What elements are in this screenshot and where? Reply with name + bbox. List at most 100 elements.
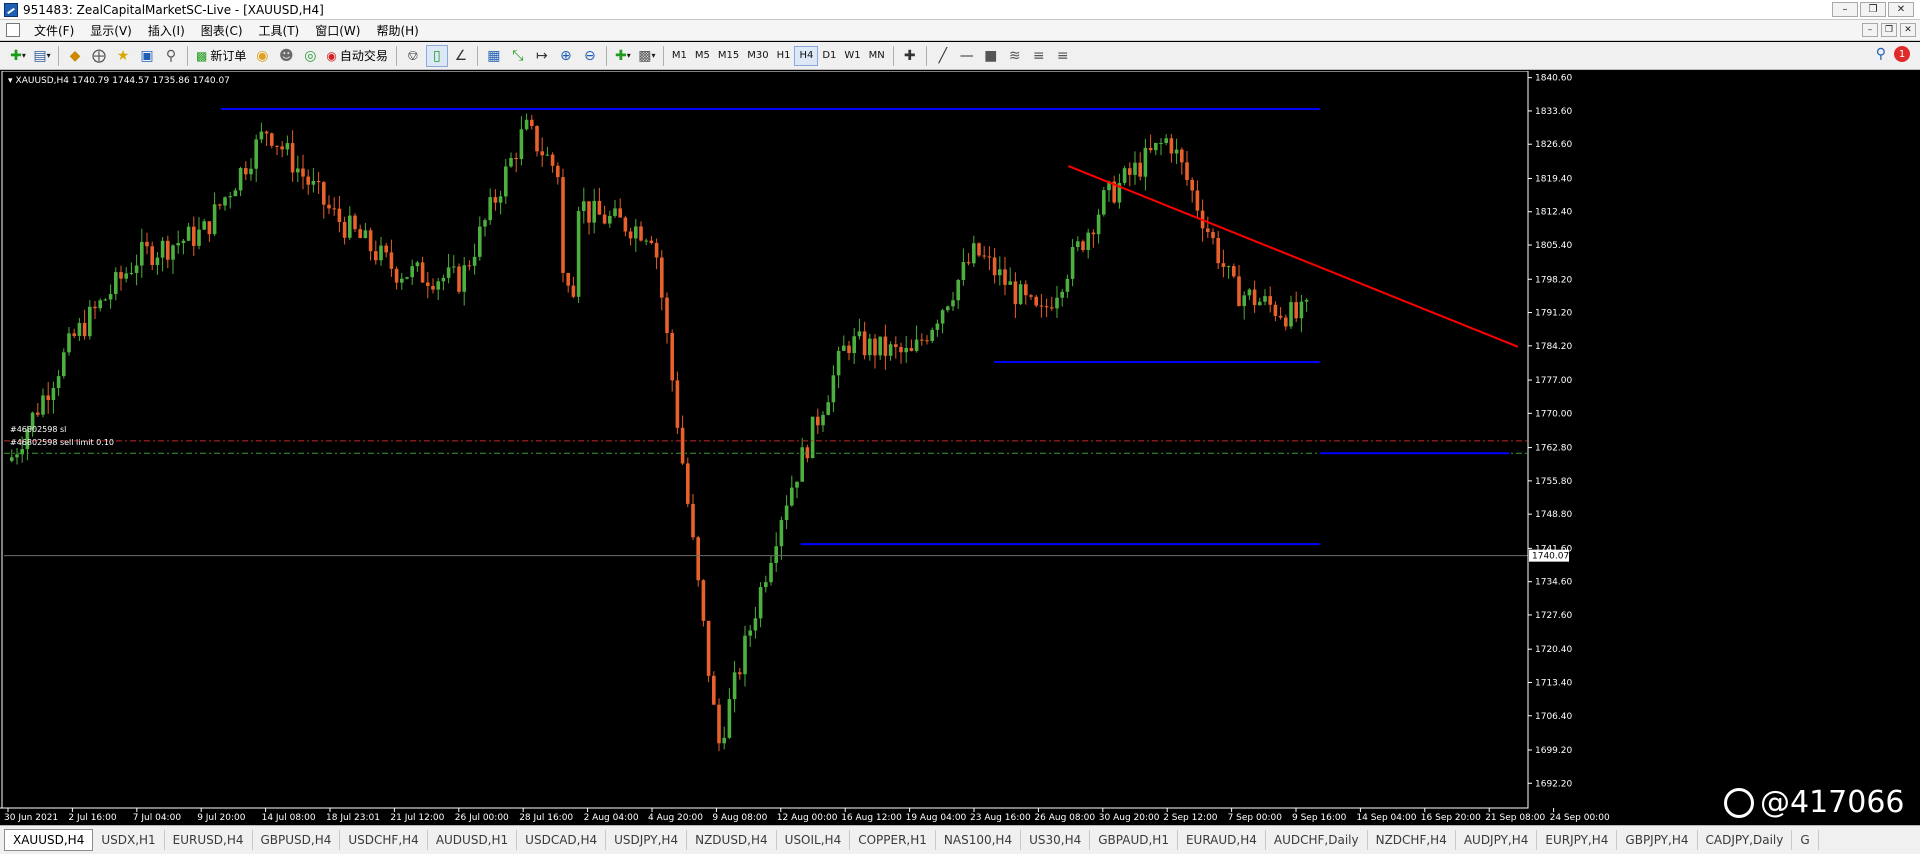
y-tick-label: 1840.60 — [1535, 74, 1572, 84]
symbol-tab[interactable]: USDCAD,H4 — [517, 830, 607, 850]
trendline-tool-button[interactable]: ╱ — [932, 45, 954, 67]
indicators-button[interactable]: ✚ ▾ — [612, 45, 634, 67]
candle-body — [847, 345, 851, 354]
symbol-tab[interactable]: AUDJPY,H4 — [1456, 830, 1538, 850]
terminal-button[interactable]: ▣ — [136, 45, 158, 67]
timeframe-h1[interactable]: H1 — [773, 46, 795, 66]
candle-body — [514, 157, 518, 160]
chart-window-icon[interactable] — [6, 23, 20, 37]
candle-body — [1044, 306, 1049, 308]
new-order-button[interactable]: ▩ 新订单 — [192, 45, 250, 67]
community-button[interactable]: ☻ — [275, 45, 297, 67]
symbol-tab[interactable]: XAUUSD,H4 — [4, 829, 94, 851]
profiles-button[interactable]: ▤ ▾ — [31, 45, 53, 67]
candle-body — [202, 221, 206, 230]
symbol-tab[interactable]: NZDUSD,H4 — [687, 830, 777, 850]
bar-chart-button[interactable]: ⎊ — [402, 45, 424, 67]
chart-minimize-icon[interactable]: – — [1862, 23, 1878, 37]
symbol-tab[interactable]: USDX,H1 — [93, 830, 165, 850]
menu-insert[interactable]: 插入(I) — [140, 22, 193, 39]
menu-file[interactable]: 文件(F) — [26, 22, 82, 39]
symbol-tab[interactable]: US30,H4 — [1021, 830, 1091, 850]
menu-help[interactable]: 帮助(H) — [368, 22, 426, 39]
menu-window[interactable]: 窗口(W) — [307, 22, 368, 39]
label-tool-button[interactable]: ≡ — [1052, 45, 1074, 67]
candle-body — [275, 145, 279, 147]
auto-scroll-button[interactable]: ⤡ — [507, 45, 529, 67]
candle-body — [1076, 241, 1080, 248]
market-watch-button[interactable]: ◆ — [64, 45, 86, 67]
data-window-button[interactable]: ⨁ — [88, 45, 110, 67]
symbol-collapse-icon[interactable]: ▾ — [8, 76, 13, 86]
x-tick-label: 18 Jul 23:01 — [326, 813, 380, 823]
candle-body — [956, 279, 960, 301]
price-chart[interactable]: 1840.60 1833.60 1826.60 1819.40 1812.40 1805.… — [0, 71, 1920, 823]
signals-button[interactable]: ◎ — [299, 45, 321, 67]
navigator-button[interactable]: ★ — [112, 45, 134, 67]
metaeditor-button[interactable]: ◉ — [251, 45, 273, 67]
menu-view[interactable]: 显示(V) — [82, 22, 140, 39]
close-icon[interactable]: ✕ — [1888, 2, 1914, 17]
horizontal-line-tool-button[interactable]: — — [956, 45, 978, 67]
timeframe-d1[interactable]: D1 — [818, 46, 840, 66]
window-controls: – ❐ ✕ — [1832, 2, 1914, 17]
notification-badge[interactable]: 1 — [1894, 46, 1910, 62]
symbol-tab[interactable]: GBPAUD,H1 — [1090, 830, 1178, 850]
timeframe-h4[interactable]: H4 — [794, 45, 819, 66]
timeframe-m1[interactable]: M1 — [668, 46, 691, 66]
order-sl-label[interactable]: #46802598 sl — [10, 425, 66, 434]
strategy-tester-button[interactable]: ⚲ — [160, 45, 182, 67]
chart-shift-button[interactable]: ↦ — [531, 45, 553, 67]
candle-body — [160, 240, 165, 258]
candle-body — [103, 299, 108, 301]
symbol-tab[interactable]: USDCHF,H4 — [340, 830, 428, 850]
zoom-in-button[interactable]: ⊕ — [555, 45, 577, 67]
symbol-tab[interactable]: CADJPY,Daily — [1698, 830, 1793, 850]
crosshair-button[interactable]: ✚ — [899, 45, 921, 67]
symbol-tab[interactable]: COPPER,H1 — [850, 830, 936, 850]
candle-body — [1008, 281, 1012, 285]
menu-charts[interactable]: 图表(C) — [193, 22, 251, 39]
symbol-tab[interactable]: EURJPY,H4 — [1537, 830, 1618, 850]
minimize-icon[interactable]: – — [1832, 2, 1858, 17]
candle-body — [691, 503, 695, 538]
candlestick-button[interactable]: ▯ — [425, 44, 448, 67]
symbol-tab[interactable]: G — [1792, 830, 1819, 850]
symbol-tab[interactable]: GBPUSD,H4 — [253, 830, 341, 850]
zoom-out-button[interactable]: ⊖ — [579, 45, 601, 67]
order-sell-limit-label[interactable]: #46802598 sell limit 0.10 — [10, 438, 114, 447]
fibonacci-tool-button[interactable]: ≋ — [1004, 45, 1026, 67]
templates-button[interactable]: ▩ ▾ — [636, 45, 658, 67]
new-chart-button[interactable]: ✚ ▾ — [7, 45, 29, 67]
text-tool-button[interactable]: ≡ — [1028, 45, 1050, 67]
timeframe-m5[interactable]: M5 — [691, 46, 714, 66]
magnifier-icon: ⚲ — [165, 47, 177, 64]
candle-body — [426, 282, 430, 287]
channel-tool-button[interactable]: ■ — [980, 45, 1002, 67]
timeframe-mn[interactable]: MN — [865, 46, 889, 66]
symbol-tab[interactable]: USOIL,H4 — [777, 830, 851, 850]
candle-body — [301, 168, 305, 177]
restore-icon[interactable]: ❐ — [1860, 2, 1886, 17]
line-chart-button[interactable]: ∠ — [450, 45, 472, 67]
search-icon[interactable]: ⚲ — [1876, 46, 1886, 62]
tile-windows-button[interactable]: ▦ — [483, 45, 505, 67]
profiles-icon: ▤ — [33, 47, 47, 64]
symbol-tab[interactable]: AUDUSD,H1 — [428, 830, 518, 850]
timeframe-w1[interactable]: W1 — [840, 46, 864, 66]
symbol-tab[interactable]: EURUSD,H4 — [165, 830, 253, 850]
timeframe-m30[interactable]: M30 — [743, 46, 772, 66]
symbol-tab[interactable]: NAS100,H4 — [936, 830, 1022, 850]
menu-tools[interactable]: 工具(T) — [251, 22, 308, 39]
chart-close-icon[interactable]: ✕ — [1900, 23, 1916, 37]
symbol-tab[interactable]: NZDCHF,H4 — [1368, 830, 1456, 850]
chart-area[interactable]: 1840.60 1833.60 1826.60 1819.40 1812.40 1805.… — [0, 71, 1920, 823]
timeframe-m15[interactable]: M15 — [714, 46, 743, 66]
auto-trading-button[interactable]: ◉ 自动交易 — [322, 45, 392, 67]
symbol-tab[interactable]: USDJPY,H4 — [606, 830, 688, 850]
candle-body — [145, 241, 149, 247]
symbol-tab[interactable]: GBPJPY,H4 — [1617, 830, 1698, 850]
symbol-tab[interactable]: AUDCHF,Daily — [1266, 830, 1368, 850]
symbol-tab[interactable]: EURAUD,H4 — [1178, 830, 1266, 850]
chart-restore-icon[interactable]: ❐ — [1881, 23, 1897, 37]
